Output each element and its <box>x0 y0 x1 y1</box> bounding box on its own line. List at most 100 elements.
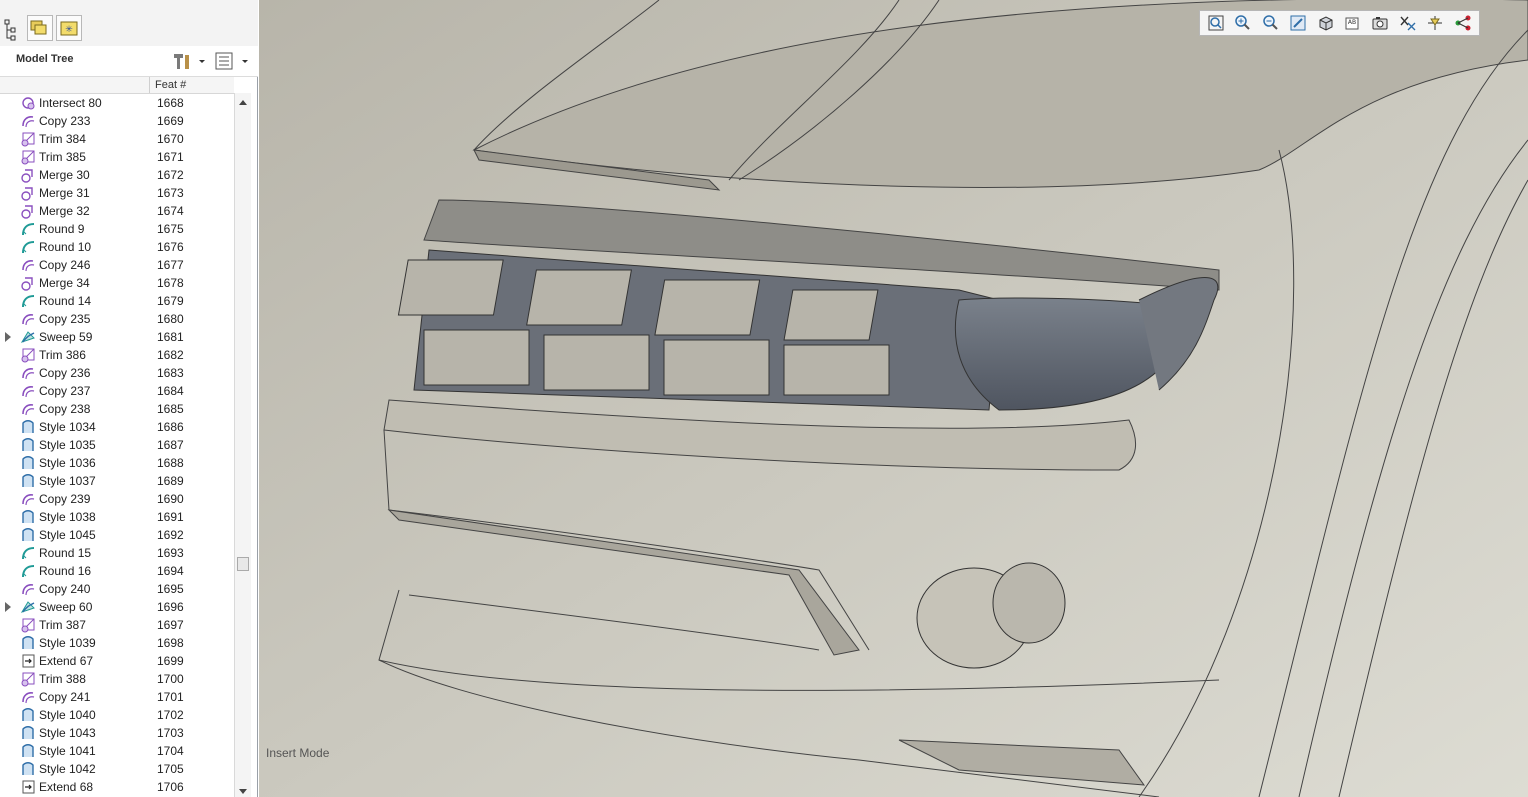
scroll-down-arrow-icon[interactable] <box>237 787 249 795</box>
tree-row[interactable]: Style 1040 1702 <box>0 706 234 724</box>
extend-icon <box>22 780 35 794</box>
feature-name: Style 1043 <box>39 726 96 740</box>
car-front-model[interactable] <box>259 0 1528 797</box>
tree-row[interactable]: Merge 32 1674 <box>0 202 234 220</box>
feat-number-column-header[interactable]: Feat # <box>155 79 186 91</box>
3d-graphics-viewport[interactable]: AB Insert Mode <box>259 0 1528 797</box>
copy-icon <box>22 692 35 704</box>
tree-row[interactable]: Trim 386 1682 <box>0 346 234 364</box>
tree-row[interactable]: Style 1034 1686 <box>0 418 234 436</box>
scroll-thumb[interactable] <box>237 557 249 571</box>
model-tree-panel: ✳ Model Tree Feat # Intersect 80 1668 Copy… <box>0 0 258 797</box>
trim-icon <box>21 132 35 147</box>
zoom-in-icon[interactable] <box>1233 13 1253 33</box>
tree-columns-button[interactable] <box>214 51 250 71</box>
tree-row[interactable]: Copy 233 1669 <box>0 112 234 130</box>
feature-number: 1674 <box>157 204 184 218</box>
display-style-icon[interactable] <box>1316 13 1336 33</box>
feature-number: 1668 <box>157 96 184 110</box>
tree-row[interactable]: Sweep 59 1681 <box>0 328 234 346</box>
tree-row[interactable]: Copy 236 1683 <box>0 364 234 382</box>
tree-row[interactable]: Round 14 1679 <box>0 292 234 310</box>
annotation-display-icon[interactable] <box>1453 13 1473 33</box>
tree-row[interactable]: Trim 385 1671 <box>0 148 234 166</box>
merge-icon <box>21 187 33 201</box>
tree-row[interactable]: Style 1043 1703 <box>0 724 234 742</box>
feature-number: 1677 <box>157 258 184 272</box>
zoom-out-icon[interactable] <box>1261 13 1281 33</box>
tree-row[interactable]: Extend 68 1706 <box>0 778 234 796</box>
tools-icon <box>174 54 189 69</box>
tree-row[interactable]: Trim 384 1670 <box>0 130 234 148</box>
svg-text:AB: AB <box>1348 19 1356 26</box>
feature-number: 1690 <box>157 492 184 506</box>
datum-display-icon[interactable] <box>1398 13 1418 33</box>
feature-name: Copy 240 <box>39 582 91 596</box>
tree-row[interactable]: Style 1041 1704 <box>0 742 234 760</box>
feature-number: 1686 <box>157 420 184 434</box>
model-tree-header: Model Tree <box>0 46 258 77</box>
tree-row[interactable]: Style 1045 1692 <box>0 526 234 544</box>
favorites-tab[interactable]: ✳ <box>56 15 82 41</box>
feature-number: 1669 <box>157 114 184 128</box>
expand-arrow-icon[interactable] <box>5 602 11 612</box>
tree-row[interactable]: Merge 30 1672 <box>0 166 234 184</box>
tree-row[interactable]: Copy 240 1695 <box>0 580 234 598</box>
tree-row[interactable]: Round 10 1676 <box>0 238 234 256</box>
style-icon <box>22 438 34 451</box>
tree-row[interactable]: Copy 241 1701 <box>0 688 234 706</box>
feature-number: 1671 <box>157 150 184 164</box>
tree-row[interactable]: Trim 387 1697 <box>0 616 234 634</box>
feature-name: Merge 30 <box>39 168 90 182</box>
tree-row[interactable]: Style 1035 1687 <box>0 436 234 454</box>
repaint-icon[interactable] <box>1288 13 1308 33</box>
tree-row[interactable]: Sweep 60 1696 <box>0 598 234 616</box>
copy-icon <box>22 386 35 398</box>
column-divider[interactable] <box>149 77 150 93</box>
feature-number: 1696 <box>157 600 184 614</box>
tree-row[interactable]: Copy 239 1690 <box>0 490 234 508</box>
tree-row[interactable]: Trim 388 1700 <box>0 670 234 688</box>
tree-row[interactable]: Round 9 1675 <box>0 220 234 238</box>
tree-row[interactable]: Style 1038 1691 <box>0 508 234 526</box>
tree-scrollbar[interactable] <box>234 93 251 797</box>
tree-row[interactable]: Intersect 80 1668 <box>0 94 234 112</box>
tree-row[interactable]: Style 1042 1705 <box>0 760 234 778</box>
spin-center-icon[interactable] <box>1425 13 1445 33</box>
feature-number: 1703 <box>157 726 184 740</box>
tree-settings-button[interactable] <box>171 51 207 71</box>
tree-row[interactable]: Round 15 1693 <box>0 544 234 562</box>
tree-row[interactable]: Style 1036 1688 <box>0 454 234 472</box>
feature-number: 1670 <box>157 132 184 146</box>
tree-row[interactable]: Copy 235 1680 <box>0 310 234 328</box>
feature-name: Style 1034 <box>39 420 96 434</box>
tree-row[interactable]: Round 16 1694 <box>0 562 234 580</box>
tree-row[interactable]: Extend 67 1699 <box>0 652 234 670</box>
style-icon <box>22 456 34 469</box>
feature-number: 1697 <box>157 618 184 632</box>
screenshot-icon[interactable] <box>1370 13 1390 33</box>
tree-row[interactable]: Copy 237 1684 <box>0 382 234 400</box>
feature-name: Extend 68 <box>39 780 94 794</box>
model-tree-title: Model Tree <box>16 53 74 65</box>
expand-arrow-icon[interactable] <box>5 332 11 342</box>
tree-row[interactable]: Style 1037 1689 <box>0 472 234 490</box>
layers-tab[interactable] <box>27 15 53 41</box>
feature-name: Round 16 <box>39 564 92 578</box>
tree-row[interactable]: Merge 31 1673 <box>0 184 234 202</box>
merge-icon <box>21 277 33 291</box>
feature-name: Copy 246 <box>39 258 91 272</box>
feature-name: Round 14 <box>39 294 92 308</box>
tree-row[interactable]: Merge 34 1678 <box>0 274 234 292</box>
feature-name: Style 1035 <box>39 438 96 452</box>
refit-icon[interactable] <box>1206 13 1226 33</box>
tree-row[interactable]: Style 1039 1698 <box>0 634 234 652</box>
feature-name: Round 15 <box>39 546 92 560</box>
saved-orientations-icon[interactable]: AB <box>1343 13 1363 33</box>
tree-tab-icon[interactable] <box>3 18 19 42</box>
scroll-up-arrow-icon[interactable] <box>237 97 249 109</box>
feature-name: Style 1041 <box>39 744 96 758</box>
tree-column-header[interactable]: Feat # <box>0 77 234 94</box>
tree-row[interactable]: Copy 246 1677 <box>0 256 234 274</box>
tree-row[interactable]: Copy 238 1685 <box>0 400 234 418</box>
